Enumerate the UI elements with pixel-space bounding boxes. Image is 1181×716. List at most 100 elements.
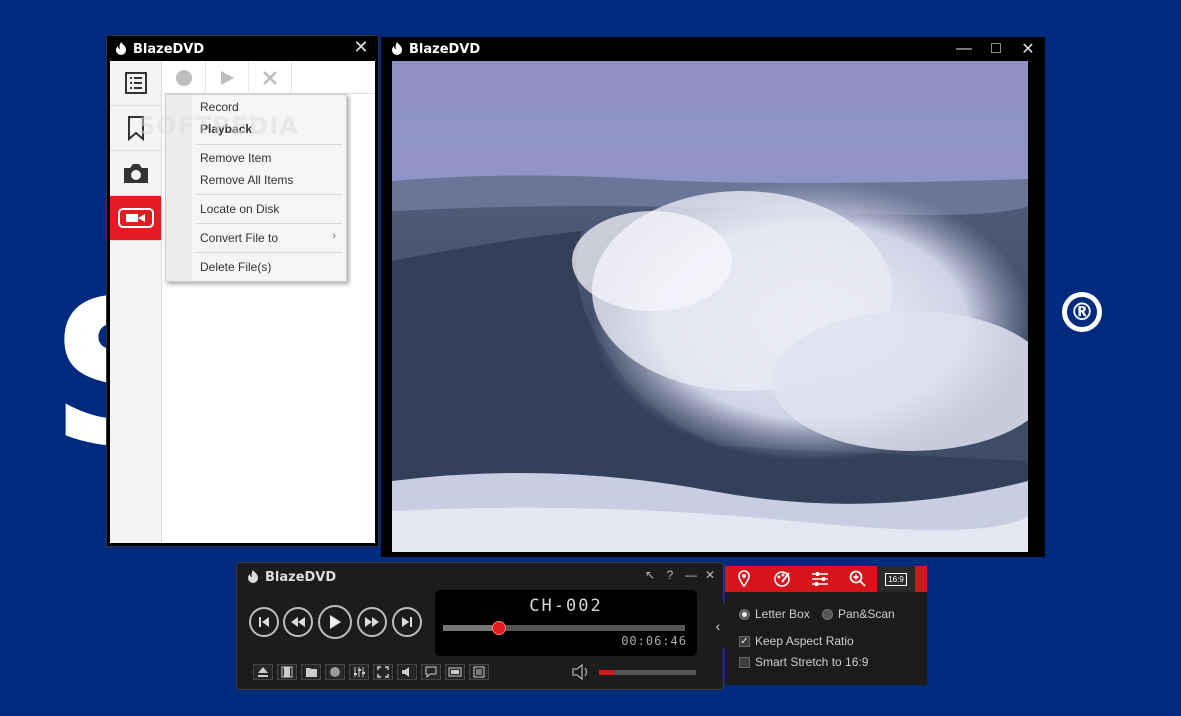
equalizer-button[interactable]	[349, 664, 369, 680]
prev-chapter-icon	[259, 617, 269, 627]
expand-panel-button[interactable]: ‹	[711, 603, 725, 648]
menu-item-remove-item[interactable]: Remove Item	[200, 150, 271, 166]
record-button[interactable]	[163, 61, 206, 94]
eject-button[interactable]	[253, 664, 273, 680]
tab-aspect[interactable]: 16:9	[877, 566, 915, 592]
aspect-button[interactable]	[445, 664, 465, 680]
flame-logo-icon	[392, 42, 402, 55]
tab-bookmarks[interactable]	[110, 106, 161, 151]
next-chapter-icon	[402, 617, 412, 627]
video-record-icon	[117, 208, 154, 228]
status-display: CH-002 00:06:46	[435, 590, 697, 656]
volume-icon	[572, 663, 588, 681]
flame-logo-icon	[248, 570, 258, 583]
adjust-icon	[812, 572, 828, 586]
bookmark-icon	[127, 116, 144, 141]
play-pause-button[interactable]	[318, 605, 352, 639]
delete-icon	[263, 70, 277, 85]
aspect-settings-panel: 16:9 Letter Box Pan&Scan ✓ Keep Aspect R…	[725, 566, 927, 685]
tab-adjust[interactable]	[801, 566, 839, 592]
fullscreen-button[interactable]	[373, 664, 393, 680]
menu-item-convert-file-to[interactable]: Convert File to	[200, 230, 278, 246]
pan-scan-radio[interactable]: Pan&Scan	[822, 607, 895, 621]
minimize-button[interactable]: —	[955, 39, 973, 59]
next-chapter-button[interactable]	[392, 607, 422, 637]
letter-box-radio[interactable]: Letter Box	[739, 607, 810, 621]
play-button[interactable]	[206, 61, 249, 94]
keep-aspect-label: Keep Aspect Ratio	[755, 634, 854, 648]
fast-forward-icon	[365, 617, 379, 627]
ocean-wave-image	[392, 61, 1028, 552]
app-name: BlazeDVD	[133, 41, 205, 57]
help-button[interactable]: ?	[665, 568, 675, 582]
control-bar: BlazeDVD ↖ ? — ✕ CH-002 00:06:46	[236, 562, 724, 690]
subtitle-button[interactable]	[421, 664, 441, 680]
smart-stretch-check-icon	[739, 656, 750, 668]
menu-item-record[interactable]: Record	[200, 99, 239, 115]
seek-bar[interactable]	[443, 621, 685, 635]
film-icon	[281, 666, 293, 678]
rewind-icon	[291, 617, 305, 627]
film-button[interactable]	[277, 664, 297, 680]
submenu-arrow-icon: ›	[332, 230, 336, 242]
mini-mode-button[interactable]: ↖	[645, 568, 655, 582]
playlist-window-title: BlazeDVD	[113, 40, 204, 58]
play-icon	[330, 615, 341, 629]
letter-box-radio-indicator	[739, 608, 750, 620]
open-folder-button[interactable]	[301, 664, 321, 680]
camera-icon	[123, 164, 148, 183]
elapsed-time: 00:06:46	[621, 634, 687, 648]
app-name: BlazeDVD	[409, 41, 481, 57]
tab-zoom[interactable]	[839, 566, 877, 592]
video-window-title: BlazeDVD	[389, 41, 480, 57]
subtitle-icon	[425, 666, 437, 678]
rewind-button[interactable]	[283, 607, 313, 637]
fast-forward-button[interactable]	[357, 607, 387, 637]
play-icon	[221, 70, 234, 85]
volume-slider[interactable]	[599, 670, 696, 675]
audio-button[interactable]	[397, 664, 417, 680]
aspect-icon	[448, 667, 462, 677]
menu-item-playback[interactable]: Playback	[200, 121, 252, 137]
video-frame[interactable]	[392, 61, 1028, 552]
close-button[interactable]: ✕	[1019, 39, 1037, 59]
playlist-button[interactable]	[469, 664, 489, 680]
menu-item-delete-files[interactable]: Delete File(s)	[200, 259, 271, 275]
control-bar-title: BlazeDVD	[245, 569, 336, 585]
color-palette-icon	[774, 571, 790, 587]
video-window: BlazeDVD — □ ✕	[381, 37, 1045, 557]
tab-location[interactable]	[725, 566, 763, 592]
tab-color[interactable]	[763, 566, 801, 592]
menu-item-locate-on-disk[interactable]: Locate on Disk	[200, 201, 279, 217]
eject-icon	[258, 667, 268, 677]
equalizer-icon	[354, 667, 365, 677]
menu-item-remove-all-items[interactable]: Remove All Items	[200, 172, 293, 188]
keep-aspect-ratio-checkbox[interactable]: ✓ Keep Aspect Ratio	[739, 634, 854, 648]
aspect-16-9-icon: 16:9	[885, 572, 907, 586]
mute-button[interactable]	[571, 663, 591, 686]
tab-playlist[interactable]	[110, 61, 161, 106]
keep-aspect-check-icon: ✓	[739, 635, 750, 647]
pan-scan-radio-indicator	[822, 608, 833, 620]
tab-snapshots[interactable]	[110, 151, 161, 196]
minimize-button[interactable]: —	[685, 568, 697, 582]
context-menu: Record Playback Remove Item Remove All I…	[165, 94, 347, 282]
app-name: BlazeDVD	[265, 569, 337, 585]
prev-chapter-button[interactable]	[249, 607, 279, 637]
close-button[interactable]: ✕	[705, 568, 715, 582]
record-button[interactable]	[325, 664, 345, 680]
playlist-sidebar	[110, 61, 162, 543]
chapter-label: CH-002	[529, 596, 603, 616]
open-folder-icon	[305, 668, 317, 677]
delete-button[interactable]	[249, 61, 292, 94]
seek-handle[interactable]	[491, 621, 506, 635]
registered-mark: ®	[1062, 292, 1102, 332]
letter-box-label: Letter Box	[755, 607, 810, 621]
smart-stretch-checkbox[interactable]: Smart Stretch to 16:9	[739, 655, 868, 669]
smart-stretch-label: Smart Stretch to 16:9	[755, 655, 869, 669]
tab-recordings[interactable]	[110, 196, 161, 241]
maximize-button[interactable]: □	[987, 39, 1005, 59]
playlist-close-button[interactable]: ✕	[352, 38, 370, 56]
fullscreen-icon	[377, 666, 389, 678]
record-icon	[176, 69, 192, 86]
